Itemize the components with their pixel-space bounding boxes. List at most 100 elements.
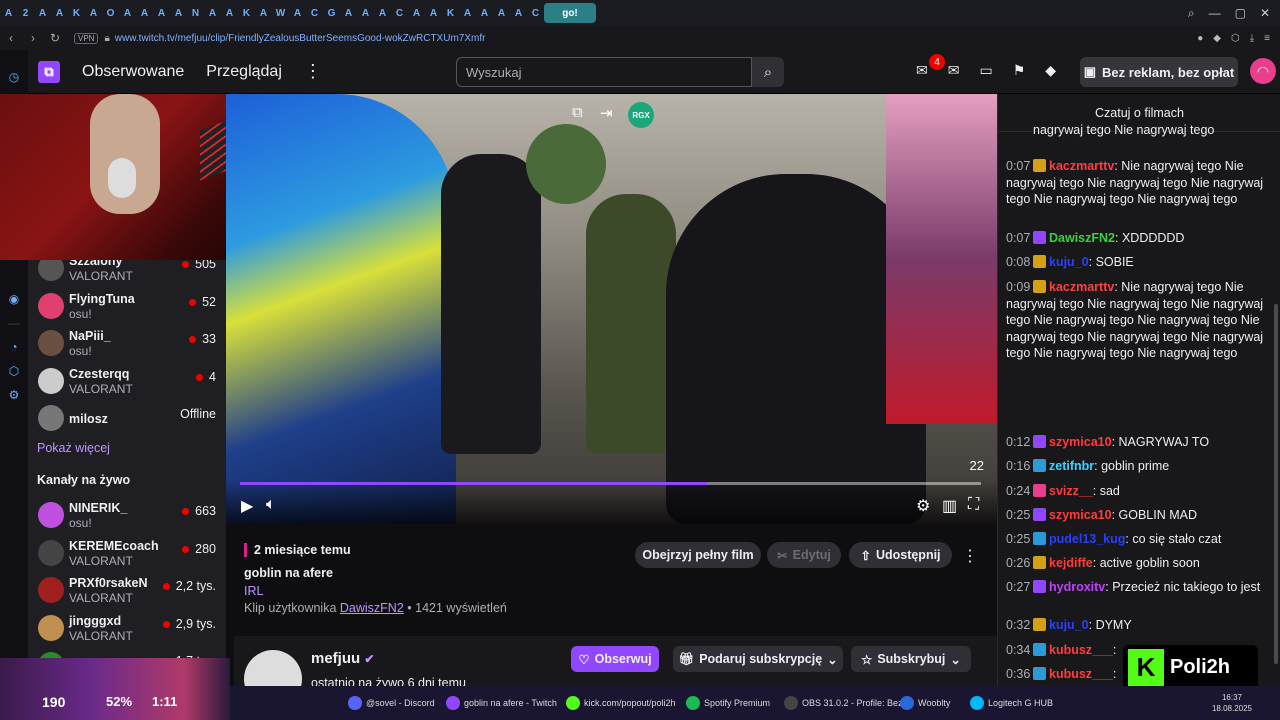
chat-username[interactable]: DawiszFN2 [1049,231,1115,245]
taskbar-item[interactable]: kick.com/popout/poli2h [566,694,676,712]
chat-username[interactable]: zetifnbr [1049,459,1094,473]
progress-bar[interactable] [240,482,981,485]
browser-tab[interactable]: C [527,3,544,23]
more-options-icon[interactable]: ⋮ [962,546,978,566]
history-icon[interactable]: ◔ [10,340,17,354]
chat-username[interactable]: kuju_0 [1049,618,1089,632]
chat-username[interactable]: kejdiffe [1049,556,1093,570]
download-icon[interactable]: ⤓ [1250,33,1254,44]
theatre-mode-icon[interactable]: ▥ [942,496,957,516]
follow-button[interactable]: ♡ Obserwuj [571,646,659,672]
settings-icon[interactable]: ⚙ [9,388,20,402]
browser-tab[interactable]: A [85,3,102,23]
share-arrow-icon[interactable]: ⇥ [600,104,613,122]
chat-username[interactable]: pudel13_kug [1049,532,1125,546]
browser-tab[interactable]: A [289,3,306,23]
sidebar-channel[interactable]: PRXf0rsakeN VALORANT 2,2 tys. [36,573,218,609]
chat-username[interactable]: kubusz___ [1049,643,1113,657]
taskbar-item[interactable]: OBS 31.0.2 - Profile: Bez [784,694,903,712]
browser-tab[interactable]: A [357,3,374,23]
subscribe-button[interactable]: ☆ Subskrybuj ⌄ [851,646,971,672]
browser-tab[interactable]: K [442,3,459,23]
user-avatar[interactable]: ◠ [1250,58,1276,84]
play-icon[interactable]: ▶ [241,496,253,516]
browser-tab[interactable]: A [119,3,136,23]
browser-tab[interactable]: K [238,3,255,23]
player-icon[interactable]: ◉ [9,292,19,306]
nav-followed[interactable]: Obserwowane [82,63,184,81]
settings-icon[interactable]: ⚙ [916,496,930,516]
cube-icon[interactable]: ⬡ [9,364,19,378]
edit-button[interactable]: ✂ Edytuj [767,542,841,568]
browser-tab[interactable]: A [510,3,527,23]
browser-tab[interactable]: N [187,3,204,23]
maximize-icon[interactable]: ▢ [1235,6,1246,21]
watch-full-button[interactable]: Obejrzyj pełny film [635,542,761,568]
video-player[interactable]: ⧉ ⇥ RGX 22 ▶ 🔈︎ ⚙ ▥ ⛶ [226,94,997,524]
browser-tab[interactable]: 2 [17,3,34,23]
chat-username[interactable]: kubusz___ [1049,667,1113,681]
taskbar-item[interactable]: Spotify Premium [686,694,770,712]
browser-tab[interactable]: A [476,3,493,23]
browser-tab[interactable]: A [459,3,476,23]
twitch-logo-icon[interactable]: ⧉ [38,60,60,83]
clip-icon[interactable]: ⧉ [572,104,583,121]
browser-tab[interactable]: K [68,3,85,23]
extension-icon[interactable]: ⬡ [1231,33,1240,44]
chat-username[interactable]: szymica10 [1049,435,1112,449]
rgx-badge[interactable]: RGX [628,102,654,128]
extension-icon[interactable]: ● [1197,33,1203,44]
reload-icon[interactable]: ↻ [44,31,66,45]
clip-author-link[interactable]: DawiszFN2 [340,601,404,615]
sidebar-channel[interactable]: Czesterqq VALORANT 4 [36,364,218,400]
browser-tab[interactable]: C [306,3,323,23]
drops-icon[interactable]: ⚑ [1013,62,1026,79]
browser-tab[interactable]: A [221,3,238,23]
chat-bubble-icon[interactable]: ▭ [979,62,992,79]
browser-tab[interactable]: A [170,3,187,23]
sidebar-channel[interactable]: jingggxd VALORANT 2,9 tys. [36,611,218,647]
vpn-badge[interactable]: VPN [74,32,99,44]
browser-tab[interactable]: G [323,3,340,23]
share-button[interactable]: ⇧ Udostępnij [849,542,952,568]
sidebar-channel[interactable]: KEREMEcoach VALORANT 280 [36,536,218,572]
fullscreen-icon[interactable]: ⛶ [968,496,979,514]
nav-browse[interactable]: Przeglądaj [206,63,282,81]
inbox-icon[interactable]: ✉ [916,62,928,79]
search-icon[interactable]: ⌕ [1188,6,1195,21]
chat-username[interactable]: hydroxitv [1049,580,1105,594]
whispers-icon[interactable]: ✉ [948,62,960,79]
extension-icon[interactable]: ◆ [1213,33,1221,44]
clip-category-link[interactable]: IRL [244,584,263,598]
chat-username[interactable]: szymica10 [1049,508,1112,522]
back-icon[interactable]: ‹ [0,31,22,45]
browser-tab[interactable]: A [34,3,51,23]
taskbar-item[interactable]: @sovel - Discord [348,694,435,712]
bits-icon[interactable]: ◆ [1045,62,1056,79]
browser-tab[interactable]: A [340,3,357,23]
browser-tab[interactable]: A [153,3,170,23]
sidebar-channel[interactable]: NaPiii_ osu! 33 [36,326,218,362]
browser-tab[interactable]: C [391,3,408,23]
search-button[interactable]: ⌕ [752,57,784,87]
browser-tab[interactable]: A [51,3,68,23]
ad-free-button[interactable]: ▣ Bez reklam, bez opłat [1080,57,1238,87]
search-input[interactable]: Wyszukaj [456,57,752,87]
sidebar-channel[interactable]: FlyingTuna osu! 52 [36,289,218,325]
browser-tab[interactable]: O [102,3,119,23]
sidebar-channel[interactable]: milosz Offline [36,401,218,437]
browser-tab[interactable]: A [0,3,17,23]
streamer-name[interactable]: mefjuu [311,650,360,667]
volume-icon[interactable]: 🔈︎ [266,496,276,514]
browser-tab[interactable]: A [136,3,153,23]
url-field[interactable]: www.twitch.tv/mefjuu/clip/FriendlyZealou… [115,33,486,44]
menu-icon[interactable]: ≡ [1264,33,1270,44]
forward-icon[interactable]: › [22,31,44,45]
chat-username[interactable]: kaczmarttv [1049,280,1114,294]
chat-scrollbar[interactable] [1274,304,1278,664]
chat-username[interactable]: kuju_0 [1049,255,1089,269]
minimize-icon[interactable]: — [1209,6,1221,21]
chat-username[interactable]: kaczmarttv [1049,159,1114,173]
browser-tab[interactable]: W [272,3,289,23]
browser-tab[interactable]: A [493,3,510,23]
